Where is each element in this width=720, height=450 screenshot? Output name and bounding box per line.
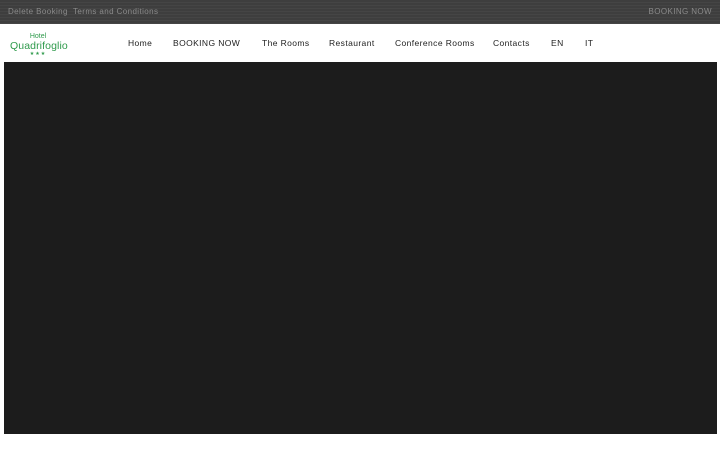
top-bar: Delete Booking Terms and Conditions BOOK… <box>0 0 720 24</box>
logo-hotel-text: Hotel <box>29 33 47 40</box>
main-navigation: Hotel Quadrifoglio ★★★ Home BOOKING NOW … <box>0 24 720 62</box>
language-it[interactable]: IT <box>585 24 593 62</box>
nav-item-restaurant[interactable]: Restaurant <box>329 24 375 62</box>
nav-item-the-rooms[interactable]: The Rooms <box>262 24 310 62</box>
terms-and-conditions-link[interactable]: Terms and Conditions <box>73 0 158 24</box>
hotel-logo[interactable]: Hotel Quadrifoglio ★★★ <box>10 33 68 58</box>
nav-item-booking-now[interactable]: BOOKING NOW <box>173 24 240 62</box>
hero-banner <box>4 62 717 434</box>
delete-booking-link[interactable]: Delete Booking <box>8 0 68 24</box>
language-en[interactable]: EN <box>551 24 564 62</box>
nav-item-conference-rooms[interactable]: Conference Rooms <box>395 24 475 62</box>
star-rating-icon: ★★★ <box>29 51 47 57</box>
nav-item-home[interactable]: Home <box>128 24 152 62</box>
nav-item-contacts[interactable]: Contacts <box>493 24 530 62</box>
top-booking-now-link[interactable]: BOOKING NOW <box>648 0 712 24</box>
